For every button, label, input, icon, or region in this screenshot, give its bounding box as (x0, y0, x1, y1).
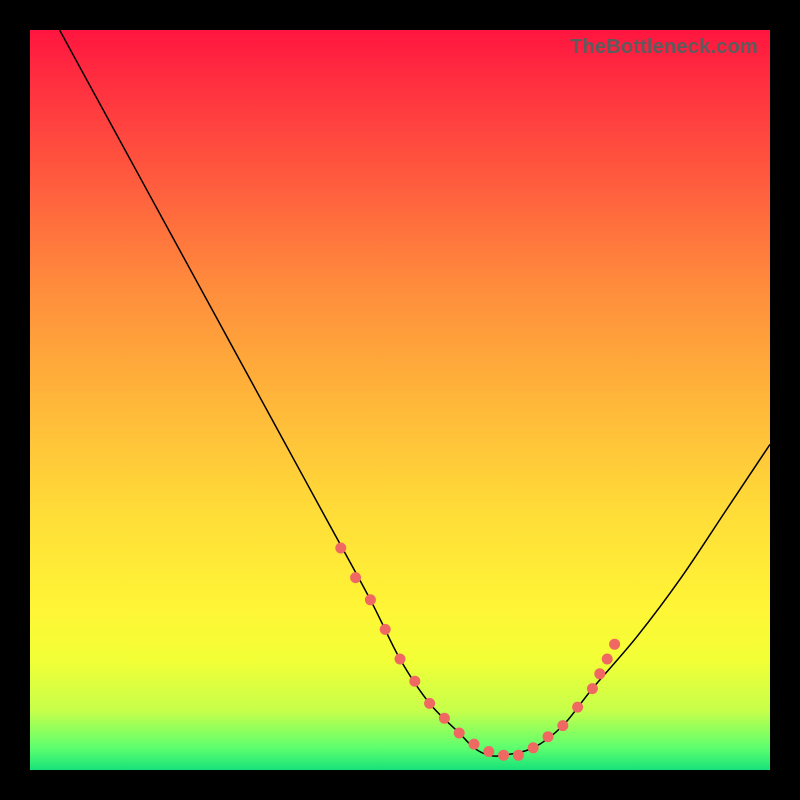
curve-svg (30, 30, 770, 770)
highlight-dot (395, 654, 405, 664)
highlight-dot (439, 713, 449, 723)
highlight-dots-group (336, 543, 620, 760)
chart-stage: TheBottleneck.com (0, 0, 800, 800)
bottleneck-curve (60, 30, 770, 756)
highlight-dot (365, 595, 375, 605)
highlight-dot (610, 639, 620, 649)
highlight-dot (380, 624, 390, 634)
highlight-dot (410, 676, 420, 686)
highlight-dot (528, 743, 538, 753)
highlight-dot (602, 654, 612, 664)
highlight-dot (454, 728, 464, 738)
highlight-dot (587, 684, 597, 694)
highlight-dot (499, 750, 509, 760)
highlight-dot (351, 573, 361, 583)
highlight-dot (573, 702, 583, 712)
highlight-dot (543, 732, 553, 742)
highlight-dot (469, 739, 479, 749)
highlight-dot (595, 669, 605, 679)
highlight-dot (425, 698, 435, 708)
plot-area: TheBottleneck.com (30, 30, 770, 770)
highlight-dot (513, 750, 523, 760)
highlight-dot (484, 747, 494, 757)
highlight-dot (336, 543, 346, 553)
highlight-dot (558, 721, 568, 731)
